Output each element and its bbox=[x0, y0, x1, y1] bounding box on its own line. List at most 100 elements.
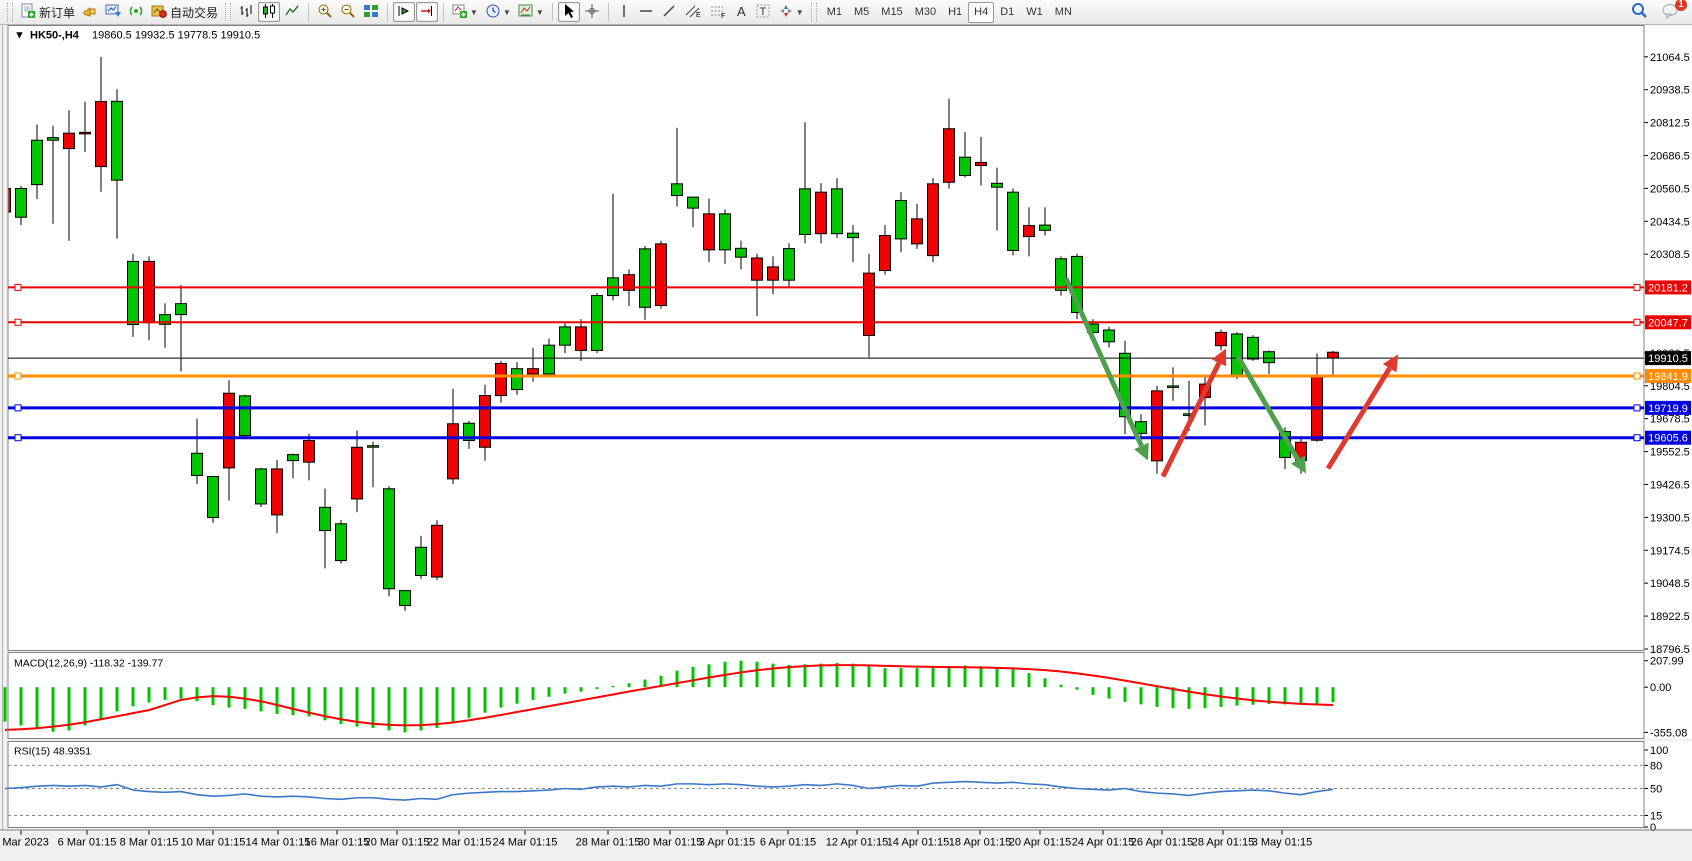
candle-bull[interactable] bbox=[416, 547, 427, 575]
candle-bear[interactable] bbox=[64, 133, 75, 148]
bar-chart-button[interactable] bbox=[235, 2, 257, 22]
candle-bear[interactable] bbox=[480, 396, 491, 448]
candle-bull[interactable] bbox=[832, 189, 843, 234]
candle-bull[interactable] bbox=[1168, 386, 1179, 388]
candle-bull[interactable] bbox=[368, 446, 379, 448]
candle-bull[interactable] bbox=[544, 345, 555, 374]
line-anchor-handle[interactable] bbox=[15, 284, 21, 290]
candle-bull[interactable] bbox=[336, 524, 347, 561]
notifications-button[interactable]: 1 bbox=[1659, 2, 1682, 22]
periods-button[interactable]: ▼ bbox=[482, 2, 514, 22]
candle-bear[interactable] bbox=[1216, 332, 1227, 345]
candle-bull[interactable] bbox=[1104, 330, 1115, 342]
candle-bear[interactable] bbox=[880, 236, 891, 271]
toolbar-grip[interactable] bbox=[225, 3, 231, 21]
candle-bull[interactable] bbox=[688, 197, 699, 208]
line-anchor-handle[interactable] bbox=[15, 405, 21, 411]
indicators-button[interactable]: ▼ bbox=[449, 2, 481, 22]
search-button[interactable] bbox=[1628, 2, 1651, 22]
candlestick-chart-button[interactable] bbox=[258, 2, 280, 22]
candle-bull[interactable] bbox=[256, 469, 267, 504]
line-anchor-handle[interactable] bbox=[1634, 373, 1640, 379]
candle-bear[interactable] bbox=[928, 184, 939, 256]
candle-bear[interactable] bbox=[816, 192, 827, 234]
candle-bear[interactable] bbox=[1024, 226, 1035, 237]
candle-bear[interactable] bbox=[752, 258, 763, 280]
candle-bull[interactable] bbox=[736, 248, 747, 257]
candle-bull[interactable] bbox=[1056, 259, 1067, 291]
timeframe-button-h1[interactable]: H1 bbox=[942, 2, 968, 23]
text-label-button[interactable]: T bbox=[752, 2, 774, 22]
candle-bull[interactable] bbox=[992, 183, 1003, 187]
auto-scroll-button[interactable] bbox=[393, 2, 415, 22]
timeframe-button-w1[interactable]: W1 bbox=[1020, 2, 1049, 23]
candle-bull[interactable] bbox=[1232, 334, 1243, 376]
candle-bull[interactable] bbox=[48, 138, 59, 141]
auto-trading-button[interactable]: 自动交易 bbox=[148, 2, 221, 22]
candle-bull[interactable] bbox=[384, 489, 395, 589]
candle-bull[interactable] bbox=[192, 453, 203, 475]
candle-bull[interactable] bbox=[784, 249, 795, 281]
candle-bear[interactable] bbox=[496, 363, 507, 395]
candle-bull[interactable] bbox=[848, 233, 859, 237]
candle-bull[interactable] bbox=[1248, 337, 1259, 359]
line-anchor-handle[interactable] bbox=[15, 435, 21, 441]
candle-bull[interactable] bbox=[176, 304, 187, 315]
candle-bull[interactable] bbox=[640, 249, 651, 307]
trendline-button[interactable] bbox=[658, 2, 680, 22]
tile-windows-button[interactable] bbox=[360, 2, 382, 22]
timeframe-button-m1[interactable]: M1 bbox=[821, 2, 848, 23]
new-order-button[interactable]: 新订单 bbox=[17, 2, 78, 22]
candle-bear[interactable] bbox=[432, 525, 443, 577]
line-anchor-handle[interactable] bbox=[1634, 284, 1640, 290]
candle-bear[interactable] bbox=[144, 261, 155, 322]
candle-bear[interactable] bbox=[448, 424, 459, 479]
arrows-button[interactable]: ▼ bbox=[775, 2, 807, 22]
broadcast-button[interactable] bbox=[79, 2, 101, 22]
templates-button[interactable]: ▼ bbox=[515, 2, 547, 22]
main-pane-background[interactable] bbox=[8, 26, 1692, 651]
line-anchor-handle[interactable] bbox=[15, 373, 21, 379]
candle-bear[interactable] bbox=[864, 273, 875, 335]
candle-bear[interactable] bbox=[528, 369, 539, 374]
candle-bull[interactable] bbox=[960, 157, 971, 175]
line-anchor-handle[interactable] bbox=[1634, 435, 1640, 441]
candle-bull[interactable] bbox=[320, 507, 331, 530]
candle-bull[interactable] bbox=[240, 396, 251, 436]
candle-bull[interactable] bbox=[288, 455, 299, 461]
candle-bear[interactable] bbox=[976, 162, 987, 165]
candle-bull[interactable] bbox=[672, 184, 683, 196]
text-button[interactable]: A bbox=[731, 2, 751, 22]
crosshair-button[interactable] bbox=[581, 2, 603, 22]
candle-bear[interactable] bbox=[224, 393, 235, 468]
timeframe-button-mn[interactable]: MN bbox=[1049, 2, 1078, 23]
line-anchor-handle[interactable] bbox=[1634, 405, 1640, 411]
candle-bull[interactable] bbox=[400, 591, 411, 606]
candle-bear[interactable] bbox=[704, 214, 715, 250]
toolbar-grip[interactable] bbox=[7, 3, 13, 21]
candle-bear[interactable] bbox=[656, 244, 667, 306]
timeframe-button-m30[interactable]: M30 bbox=[909, 2, 942, 23]
candle-bull[interactable] bbox=[112, 101, 123, 180]
candle-bear[interactable] bbox=[96, 102, 107, 167]
vertical-line-button[interactable] bbox=[614, 2, 634, 22]
fibonacci-button[interactable]: F bbox=[706, 2, 730, 22]
candle-bull[interactable] bbox=[1008, 192, 1019, 250]
candle-bear[interactable] bbox=[768, 267, 779, 280]
candle-bull[interactable] bbox=[1264, 352, 1275, 363]
chart-canvas[interactable]: 21064.520938.520812.520686.520560.520434… bbox=[0, 25, 1692, 856]
zoom-out-button[interactable] bbox=[337, 2, 359, 22]
one-click-trading-toggle[interactable]: ▼ bbox=[14, 30, 25, 42]
chart-shift-button[interactable] bbox=[416, 2, 438, 22]
candle-bull[interactable] bbox=[512, 369, 523, 390]
zoom-in-button[interactable] bbox=[314, 2, 336, 22]
timeframe-button-d1[interactable]: D1 bbox=[994, 2, 1020, 23]
candle-bear[interactable] bbox=[304, 440, 315, 462]
candle-bull[interactable] bbox=[1040, 225, 1051, 230]
candle-bull[interactable] bbox=[896, 201, 907, 239]
horizontal-line-button[interactable] bbox=[635, 2, 657, 22]
timeframe-button-m15[interactable]: M15 bbox=[875, 2, 908, 23]
line-chart-button[interactable] bbox=[281, 2, 303, 22]
candle-bear[interactable] bbox=[1152, 391, 1163, 461]
candle-bear[interactable] bbox=[352, 447, 363, 499]
